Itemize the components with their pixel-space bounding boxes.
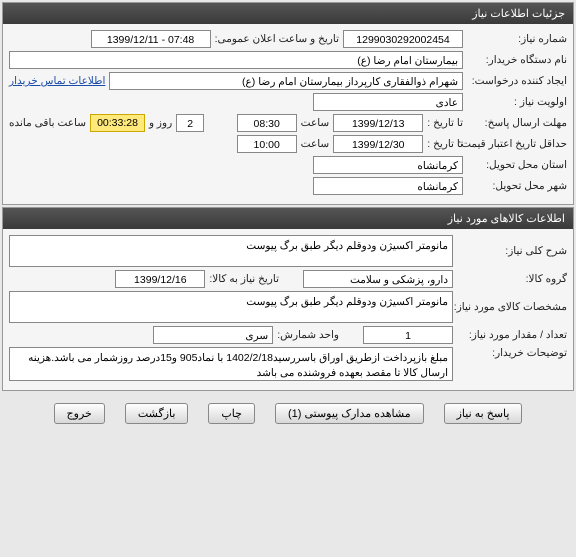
requester-label: ایجاد کننده درخواست: bbox=[467, 75, 567, 87]
time-label-2: ساعت bbox=[301, 138, 330, 150]
unit-label: واحد شمارش: bbox=[277, 329, 339, 341]
validity-time-field: 10:00 bbox=[237, 135, 297, 153]
spec-field: مانومتر اکسیژن ودوقلم دیگر طبق برگ پیوست bbox=[9, 291, 453, 323]
to-date-label-2: تا تاریخ : bbox=[427, 138, 463, 150]
panel2-title: اطلاعات کالاهای مورد نیاز bbox=[3, 208, 573, 229]
panel1-body: شماره نیاز: 1299030292002454 تاریخ و ساع… bbox=[3, 24, 573, 204]
desc-label: شرح کلی نیاز: bbox=[457, 245, 567, 257]
need-no-field: 1299030292002454 bbox=[343, 30, 463, 48]
days-field: 2 bbox=[176, 114, 204, 132]
need-date-field: 1399/12/16 bbox=[115, 270, 205, 288]
need-no-label: شماره نیاز: bbox=[467, 33, 567, 45]
goods-info-panel: اطلاعات کالاهای مورد نیاز شرح کلی نیاز: … bbox=[2, 207, 574, 391]
reply-date-field: 1399/12/13 bbox=[333, 114, 423, 132]
reply-time-field: 08:30 bbox=[237, 114, 297, 132]
delivery-city-label: شهر محل تحویل: bbox=[467, 180, 567, 192]
buyer-contact-link[interactable]: اطلاعات تماس خریدار bbox=[9, 75, 105, 87]
days-label: روز و bbox=[149, 117, 172, 129]
pub-dt-field: 1399/12/11 - 07:48 bbox=[91, 30, 211, 48]
delivery-city-field: کرمانشاه bbox=[313, 177, 463, 195]
group-label: گروه کالا: bbox=[457, 273, 567, 285]
reply-button[interactable]: پاسخ به نیاز bbox=[444, 403, 523, 424]
countdown-field: 00:33:28 bbox=[90, 114, 145, 132]
print-button[interactable]: چاپ bbox=[208, 403, 255, 424]
reply-deadline-label: مهلت ارسال پاسخ: bbox=[467, 117, 567, 129]
delivery-prov-label: استان محل تحویل: bbox=[467, 159, 567, 171]
min-validity-label: حداقل تاریخ اعتبار قیمت: bbox=[467, 138, 567, 150]
exit-button[interactable]: خروج bbox=[54, 403, 105, 424]
priority-field: عادی bbox=[313, 93, 463, 111]
need-date-label: تاریخ نیاز به کالا: bbox=[209, 273, 279, 285]
pub-dt-label: تاریخ و ساعت اعلان عمومی: bbox=[215, 33, 339, 45]
group-field: دارو، پزشکی و سلامت bbox=[303, 270, 453, 288]
panel1-title: جزئیات اطلاعات نیاز bbox=[3, 3, 573, 24]
delivery-prov-field: کرمانشاه bbox=[313, 156, 463, 174]
requester-field: شهرام ذوالفقاری کارپرداز بیمارستان امام … bbox=[109, 72, 463, 90]
qty-label: تعداد / مقدار مورد نیاز: bbox=[457, 329, 567, 341]
unit-field: سری bbox=[153, 326, 273, 344]
time-label-1: ساعت bbox=[301, 117, 330, 129]
to-date-label: تا تاریخ : bbox=[427, 117, 463, 129]
back-button[interactable]: بازگشت bbox=[125, 403, 189, 424]
panel2-body: شرح کلی نیاز: مانومتر اکسیژن ودوقلم دیگر… bbox=[3, 229, 573, 390]
need-details-panel: جزئیات اطلاعات نیاز شماره نیاز: 12990302… bbox=[2, 2, 574, 205]
button-bar: پاسخ به نیاز مشاهده مدارک پیوستی (1) چاپ… bbox=[0, 393, 576, 430]
buyer-org-field: بیمارستان امام رضا (ع) bbox=[9, 51, 463, 69]
buyer-note-field: مبلغ بازپرداخت ازطریق اوراق باسررسید1402… bbox=[9, 347, 453, 381]
buyer-note-label: توضیحات خریدار: bbox=[457, 347, 567, 359]
qty-field: 1 bbox=[363, 326, 453, 344]
validity-date-field: 1399/12/30 bbox=[333, 135, 423, 153]
view-attachments-button[interactable]: مشاهده مدارک پیوستی (1) bbox=[275, 403, 424, 424]
buyer-org-label: نام دستگاه خریدار: bbox=[467, 54, 567, 66]
spec-label: مشخصات کالای مورد نیاز: bbox=[457, 301, 567, 313]
priority-label: اولویت نیاز : bbox=[467, 96, 567, 108]
desc-field: مانومتر اکسیژن ودوقلم دیگر طبق برگ پیوست bbox=[9, 235, 453, 267]
remain-label: ساعت باقی مانده bbox=[9, 117, 86, 129]
